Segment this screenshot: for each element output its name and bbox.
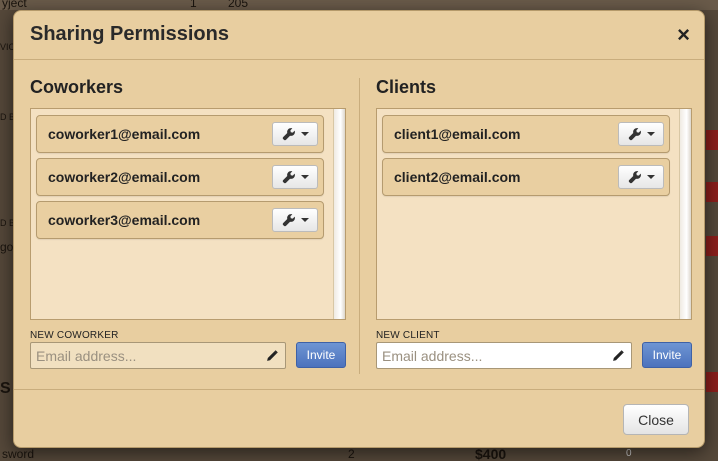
background-badge [706,236,718,256]
caret-down-icon [300,175,309,179]
background-badge [706,372,718,392]
coworker-email: coworker3@email.com [48,212,201,228]
clients-list: client1@email.com client2@email.com [376,108,692,320]
background-badge [706,182,718,202]
background-badge [706,130,718,150]
modal-title: Sharing Permissions [30,23,229,45]
client-item: client2@email.com [382,158,670,196]
column-divider [359,78,360,374]
new-coworker-email-input[interactable] [31,343,285,368]
background-text: 205 [228,0,249,10]
coworkers-title: Coworkers [30,77,124,97]
clients-scrollbar[interactable] [679,109,691,319]
background-text: 0 [626,448,632,459]
coworker-item: coworker3@email.com [36,201,324,239]
caret-down-icon [646,132,655,136]
modal-body: Coworkers coworker1@email.com coworker2@… [14,61,704,389]
new-coworker-label: NEW COWORKER [30,330,119,341]
new-client-field [376,342,632,369]
pencil-icon[interactable] [612,350,624,362]
client-email: client1@email.com [394,126,521,142]
coworkers-list: coworker1@email.com coworker2@email.com … [30,108,346,320]
pencil-icon[interactable] [266,350,278,362]
coworkers-scrollbar[interactable] [333,109,345,319]
close-button[interactable]: Close [623,404,689,435]
background-top-bar [0,0,718,10]
sharing-permissions-modal: Sharing Permissions × Coworkers coworker… [13,10,705,448]
modal-header: Sharing Permissions × [14,11,704,60]
wrench-icon [282,171,295,184]
client-email: client2@email.com [394,169,521,185]
caret-down-icon [646,175,655,179]
clients-title: Clients [376,77,437,97]
coworker-actions-button[interactable] [272,165,318,189]
background-text: 2 [348,447,355,461]
coworker-actions-button[interactable] [272,122,318,146]
modal-footer: Close [14,389,704,447]
background-text: yject [2,0,27,10]
wrench-icon [628,171,641,184]
wrench-icon [282,128,295,141]
coworker-email: coworker1@email.com [48,126,201,142]
invite-client-button[interactable]: Invite [642,342,692,368]
caret-down-icon [300,218,309,222]
close-icon[interactable]: × [677,24,690,46]
coworker-actions-button[interactable] [272,208,318,232]
coworker-item: coworker1@email.com [36,115,324,153]
new-client-email-input[interactable] [377,343,631,368]
invite-coworker-button[interactable]: Invite [296,342,346,368]
wrench-icon [628,128,641,141]
background-text: $400 [475,446,507,461]
client-actions-button[interactable] [618,165,664,189]
new-coworker-field [30,342,286,369]
client-item: client1@email.com [382,115,670,153]
new-client-label: NEW CLIENT [376,330,440,341]
coworker-email: coworker2@email.com [48,169,201,185]
coworker-item: coworker2@email.com [36,158,324,196]
client-actions-button[interactable] [618,122,664,146]
background-text: S [0,380,11,397]
background-text: sword [2,447,35,461]
caret-down-icon [300,132,309,136]
wrench-icon [282,214,295,227]
background-text: 1 [190,0,197,10]
